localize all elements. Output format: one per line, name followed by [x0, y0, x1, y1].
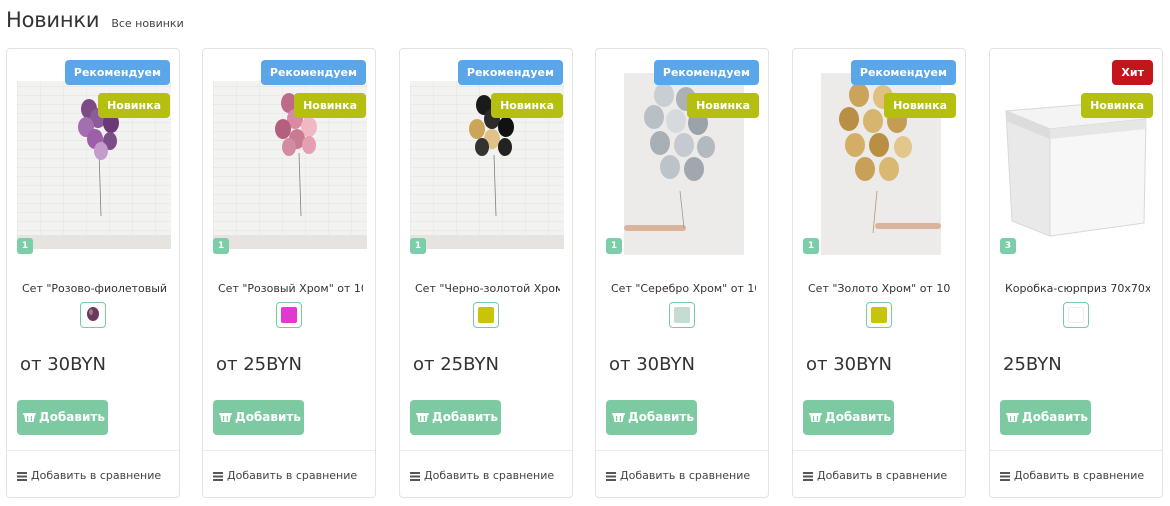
swatch-color-chip — [281, 307, 297, 323]
list-icon — [410, 471, 420, 481]
product-name[interactable]: Сет "Черно-золотой Хром" — [415, 282, 560, 295]
product-name[interactable]: Сет "Розовый Хром" от 10 — [218, 282, 363, 295]
product-name[interactable]: Сет "Розово-фиолетовый" — [22, 282, 167, 295]
new-badge: Новинка — [98, 93, 170, 118]
basket-icon — [23, 413, 36, 422]
all-new-link[interactable]: Все новинки — [111, 17, 183, 30]
divider — [400, 450, 572, 451]
add-to-compare-link[interactable]: Добавить в сравнение — [606, 469, 750, 482]
stock-count-badge: 1 — [213, 238, 229, 254]
basket-icon — [612, 413, 625, 422]
add-button-label: Добавить — [432, 410, 498, 424]
swatch-balloon-icon — [87, 307, 99, 321]
compare-label: Добавить в сравнение — [227, 469, 358, 482]
add-to-cart-button[interactable]: Добавить — [803, 400, 894, 435]
product-price: от 30BYN — [806, 354, 892, 375]
list-icon — [1000, 471, 1010, 481]
add-to-cart-button[interactable]: Добавить — [606, 400, 697, 435]
product-price: от 25BYN — [413, 354, 499, 375]
section-title: Новинки — [6, 8, 100, 32]
product-card: Хит Новинка 3 Коробка-сюрприз 70х70х7 25… — [989, 48, 1163, 498]
recommend-badge: Рекомендуем — [850, 60, 956, 85]
add-to-cart-button[interactable]: Добавить — [410, 400, 501, 435]
list-icon — [17, 471, 27, 481]
add-button-label: Добавить — [39, 410, 105, 424]
add-to-compare-link[interactable]: Добавить в сравнение — [1000, 469, 1144, 482]
color-swatch[interactable] — [80, 302, 106, 328]
swatch-color-chip — [871, 307, 887, 323]
add-to-cart-button[interactable]: Добавить — [1000, 400, 1091, 435]
product-card: Рекомендуем Новинка 1 Сет "Золото Хром" … — [792, 48, 966, 498]
basket-icon — [416, 413, 429, 422]
new-badge: Новинка — [294, 93, 366, 118]
divider — [203, 450, 375, 451]
recommend-badge: Рекомендуем — [64, 60, 170, 85]
new-badge: Новинка — [687, 93, 759, 118]
compare-label: Добавить в сравнение — [817, 469, 948, 482]
divider — [596, 450, 768, 451]
new-badge: Новинка — [491, 93, 563, 118]
color-swatch[interactable] — [276, 302, 302, 328]
stock-count-badge: 3 — [1000, 238, 1016, 254]
add-to-compare-link[interactable]: Добавить в сравнение — [17, 469, 161, 482]
compare-label: Добавить в сравнение — [424, 469, 555, 482]
section-header: Новинки Все новинки — [6, 8, 184, 32]
color-swatch[interactable] — [669, 302, 695, 328]
hit-badge: Хит — [1112, 60, 1153, 85]
product-name[interactable]: Коробка-сюрприз 70х70х7 — [1005, 282, 1150, 295]
product-price: от 30BYN — [20, 354, 106, 375]
divider — [7, 450, 179, 451]
swatch-color-chip — [478, 307, 494, 323]
add-button-label: Добавить — [825, 410, 891, 424]
stock-count-badge: 1 — [410, 238, 426, 254]
product-card: Рекомендуем Новинка 1 Сет "Розово-фиолет… — [6, 48, 180, 498]
basket-icon — [1006, 413, 1019, 422]
add-to-compare-link[interactable]: Добавить в сравнение — [803, 469, 947, 482]
color-swatch[interactable] — [1063, 302, 1089, 328]
new-badge: Новинка — [1081, 93, 1153, 118]
basket-icon — [809, 413, 822, 422]
new-badge: Новинка — [884, 93, 956, 118]
add-to-cart-button[interactable]: Добавить — [213, 400, 304, 435]
product-card: Рекомендуем Новинка 1 Сет "Розовый Хром"… — [202, 48, 376, 498]
list-icon — [803, 471, 813, 481]
color-swatch[interactable] — [473, 302, 499, 328]
swatch-color-chip — [674, 307, 690, 323]
recommend-badge: Рекомендуем — [457, 60, 563, 85]
stock-count-badge: 1 — [606, 238, 622, 254]
add-button-label: Добавить — [1022, 410, 1088, 424]
product-price: от 25BYN — [216, 354, 302, 375]
basket-icon — [219, 413, 232, 422]
product-price: от 30BYN — [609, 354, 695, 375]
compare-label: Добавить в сравнение — [1014, 469, 1145, 482]
add-button-label: Добавить — [235, 410, 301, 424]
recommend-badge: Рекомендуем — [260, 60, 366, 85]
product-name[interactable]: Сет "Золото Хром" от 10 ш — [808, 282, 953, 295]
product-card: Рекомендуем Новинка 1 Сет "Черно-золотой… — [399, 48, 573, 498]
swatch-color-chip — [1068, 307, 1084, 323]
list-icon — [213, 471, 223, 481]
stock-count-badge: 1 — [803, 238, 819, 254]
product-name[interactable]: Сет "Серебро Хром" от 10 — [611, 282, 756, 295]
add-to-compare-link[interactable]: Добавить в сравнение — [213, 469, 357, 482]
divider — [990, 450, 1162, 451]
list-icon — [606, 471, 616, 481]
divider — [793, 450, 965, 451]
compare-label: Добавить в сравнение — [31, 469, 162, 482]
product-price: 25BYN — [1003, 354, 1062, 375]
recommend-badge: Рекомендуем — [653, 60, 759, 85]
add-to-cart-button[interactable]: Добавить — [17, 400, 108, 435]
add-button-label: Добавить — [628, 410, 694, 424]
add-to-compare-link[interactable]: Добавить в сравнение — [410, 469, 554, 482]
color-swatch[interactable] — [866, 302, 892, 328]
product-card: Рекомендуем Новинка 1 Сет "Серебро Хром"… — [595, 48, 769, 498]
compare-label: Добавить в сравнение — [620, 469, 751, 482]
stock-count-badge: 1 — [17, 238, 33, 254]
